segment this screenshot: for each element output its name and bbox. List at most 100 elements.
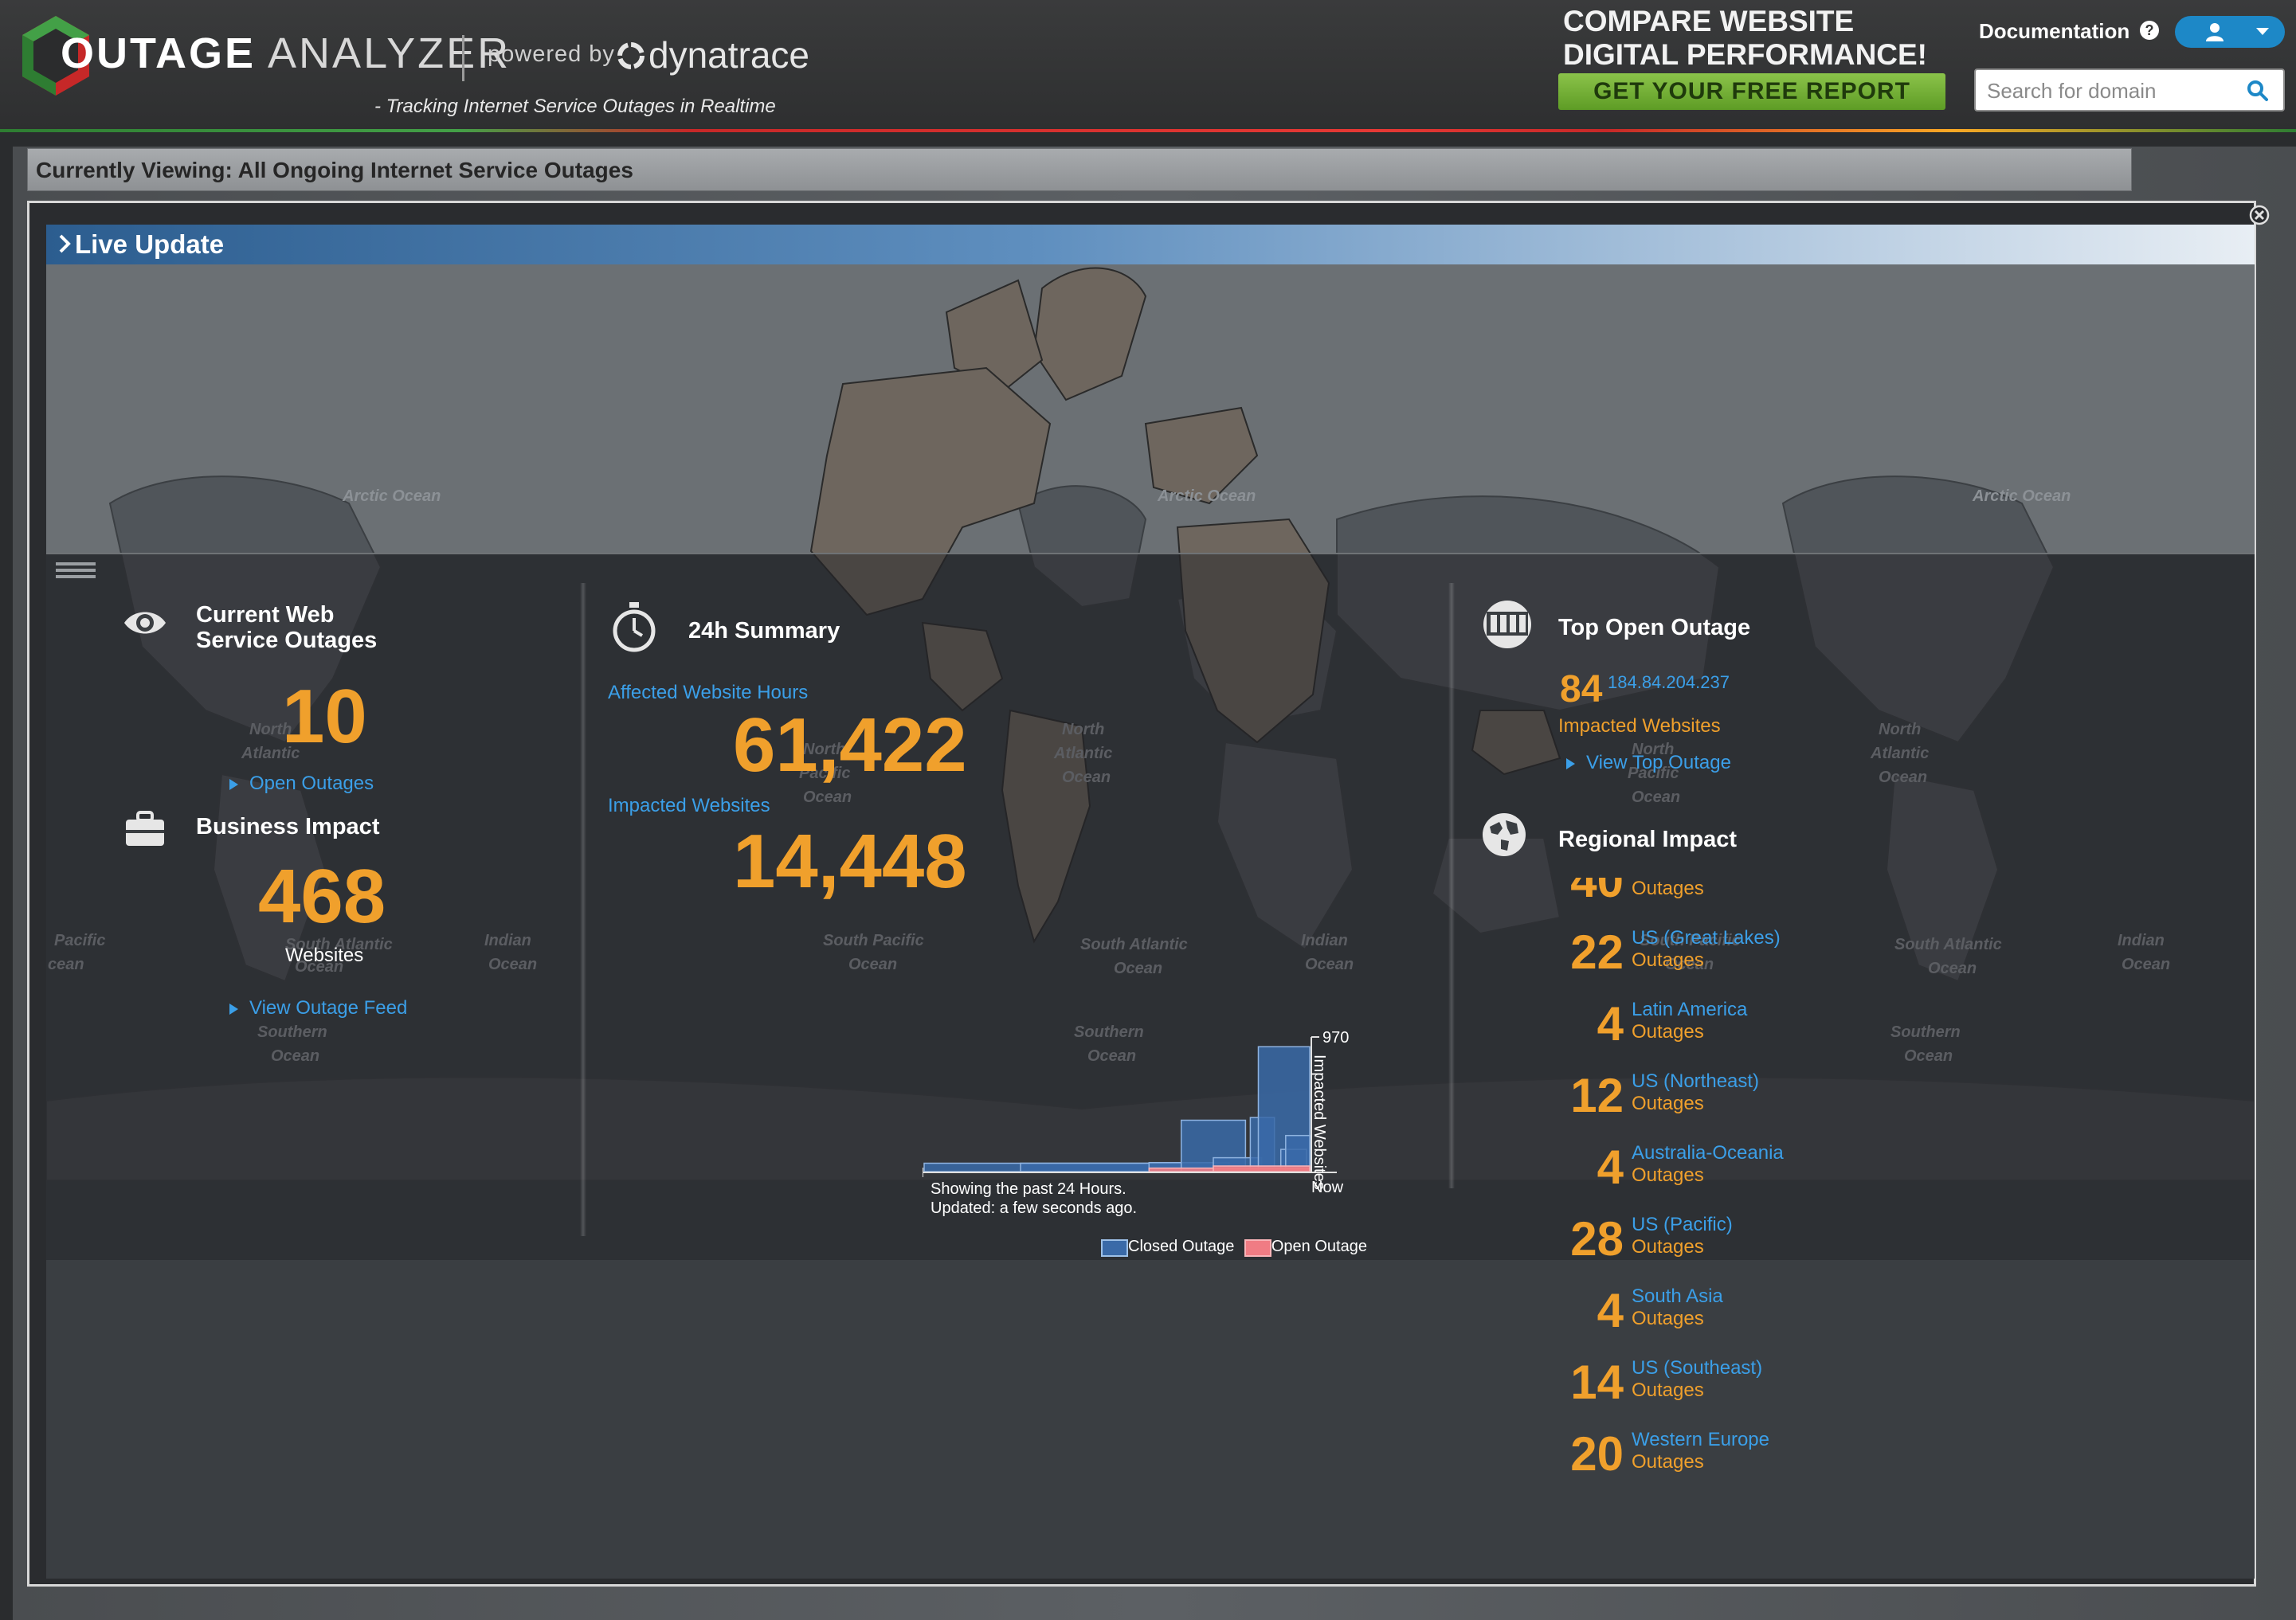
open-outages-link-label: Open Outages [249, 773, 374, 794]
close-icon[interactable] [2248, 204, 2271, 226]
free-report-button[interactable]: GET YOUR FREE REPORT [1558, 73, 1945, 110]
view-top-outage-link-label: View Top Outage [1586, 752, 1731, 773]
chart-caption-line1: Showing the past 24 Hours. [931, 1180, 1126, 1198]
header-color-stripe [0, 129, 2296, 132]
region-name-link[interactable]: Australia-Oceania [1632, 1142, 1784, 1164]
impacted-websites-label: Impacted Websites [608, 795, 770, 816]
chart-legend: Closed Outage Open Outage [1101, 1238, 1367, 1257]
logo-divider [462, 35, 464, 81]
impacted-websites-value: 14,448 [733, 819, 967, 904]
chart-x-end-label: Now [1311, 1179, 1344, 1196]
top-outage-title: Top Open Outage [1558, 615, 1751, 640]
live-update-title: Live Update [75, 229, 225, 259]
current-outages-title: Current Web Service Outages [196, 602, 377, 653]
region-row[interactable]: 14 US (Southeast) Outages [1560, 1357, 1958, 1429]
search-icon[interactable] [2247, 80, 2269, 102]
region-name-link[interactable]: US (Northeast) [1632, 1070, 1759, 1093]
live-update-header[interactable]: Live Update [46, 225, 2255, 264]
app-header: OUTAGE ANALYZER powered by dynatrace - T… [0, 0, 2296, 131]
promo-headline-2[interactable]: DIGITAL PERFORMANCE! [1563, 38, 1927, 72]
chevron-right-icon[interactable] [57, 233, 72, 254]
view-top-outage-link[interactable]: View Top Outage [1566, 752, 1731, 774]
current-outages-value: 10 [282, 674, 367, 759]
world-map[interactable]: Arctic Ocean Arctic Ocean Arctic Ocean N… [46, 264, 2255, 1579]
user-menu-button[interactable] [2175, 16, 2285, 48]
app-title[interactable]: OUTAGE ANALYZER [61, 29, 511, 78]
play-icon [229, 778, 238, 790]
region-count: 12 [1570, 1069, 1624, 1122]
region-name-link[interactable]: US (Southeast) [1632, 1357, 1762, 1379]
region-row[interactable]: 22 US (Great Lakes) Outages [1560, 927, 1958, 999]
drag-handle-icon[interactable] [56, 561, 96, 580]
legend-swatch-closed [1101, 1238, 1128, 1257]
dynatrace-brand[interactable]: dynatrace [648, 33, 809, 76]
top-outage-ip-link[interactable]: 184.84.204.237 [1608, 672, 1730, 693]
domain-search[interactable] [1974, 68, 2285, 112]
region-count: 28 [1570, 1212, 1624, 1266]
globe-icon [1483, 813, 1526, 856]
promo-headline-1[interactable]: COMPARE WEBSITE [1563, 5, 1854, 38]
view-outage-feed-link[interactable]: View Outage Feed [229, 997, 407, 1019]
question-circle-icon[interactable]: ? [2140, 21, 2159, 40]
map-label-arctic-1: Arctic Ocean [342, 487, 441, 505]
user-icon [2206, 23, 2224, 41]
region-outages-label: Outages [1632, 1021, 1704, 1043]
region-name-link[interactable]: Western Europe [1632, 1429, 1769, 1451]
region-row[interactable]: 4 Latin America Outages [1560, 999, 1958, 1070]
region-name-link[interactable]: US (Pacific) [1632, 1214, 1733, 1236]
region-name-link[interactable]: Latin America [1632, 999, 1747, 1021]
region-outages-label: Outages [1632, 1451, 1704, 1473]
region-row[interactable]: 4 South Asia Outages [1560, 1285, 1958, 1357]
region-row[interactable]: 12 US (Northeast) Outages [1560, 1070, 1958, 1142]
region-outages-label: Outages [1632, 949, 1704, 971]
open-outages-link[interactable]: Open Outages [229, 773, 374, 795]
current-outages-title-line2: Service Outages [196, 628, 378, 653]
region-outages-label: Outages [1632, 1379, 1704, 1401]
region-count: 4 [1597, 1284, 1624, 1337]
region-count: 22 [1570, 925, 1624, 979]
column-divider-2 [1448, 583, 1455, 1188]
business-impact-title: Business Impact [196, 814, 380, 839]
stopwatch-icon [613, 602, 656, 652]
play-icon [1566, 757, 1575, 769]
powered-by-label: powered by [488, 41, 615, 67]
region-outages-label: Outages [1632, 1236, 1704, 1258]
app-title-word1: OUTAGE [61, 29, 256, 77]
region-count: 40 [1570, 878, 1624, 907]
region-count: 4 [1597, 997, 1624, 1051]
chart-bar-open-1 [1213, 1165, 1311, 1172]
top-outage-value: 84 [1560, 668, 1603, 710]
documentation-link[interactable]: Documentation [1979, 19, 2129, 44]
breadcrumb: Currently Viewing: All Ongoing Internet … [27, 148, 2132, 191]
top-outage-label: Impacted Websites [1558, 715, 1721, 737]
briefcase-icon [126, 811, 164, 846]
region-count: 20 [1570, 1427, 1624, 1481]
region-count: 14 [1570, 1356, 1624, 1409]
chart-y-axis-label: Impacted Websites [1311, 1055, 1328, 1190]
chart-caption-line2: Updated: a few seconds ago. [931, 1199, 1137, 1217]
business-impact-value: 468 [258, 854, 386, 939]
map-label-arctic-2: Arctic Ocean [1157, 487, 1256, 505]
eye-icon [124, 612, 166, 634]
region-row[interactable]: 4 Australia-Oceania Outages [1560, 1142, 1958, 1214]
region-name-link[interactable]: US (Great Lakes) [1632, 927, 1781, 949]
domain-search-input[interactable] [1985, 76, 2243, 105]
chart-bars [923, 1046, 1311, 1172]
view-outage-feed-link-label: View Outage Feed [249, 997, 408, 1019]
column-divider-1 [580, 583, 586, 1236]
region-row[interactable]: 28 US (Pacific) Outages [1560, 1214, 1958, 1285]
region-row[interactable]: 20 Western Europe Outages [1560, 1429, 1958, 1501]
regional-list[interactable]: 40US (Central Mountain)Outages22 US (Grea… [1560, 878, 2038, 1579]
region-outages-label: Outages [1632, 1308, 1704, 1329]
breadcrumb-text: Currently Viewing: All Ongoing Internet … [36, 158, 633, 182]
current-outages-title-line1: Current Web [196, 602, 335, 628]
affected-hours-value: 61,422 [733, 702, 967, 788]
summary-24h-title: 24h Summary [688, 618, 840, 644]
legend-label-open: Open Outage [1271, 1238, 1367, 1255]
tagline: - Tracking Internet Service Outages in R… [374, 96, 776, 117]
region-name-link[interactable]: South Asia [1632, 1285, 1723, 1308]
business-impact-unit: Websites [285, 945, 364, 966]
outage-history-chart: 970 Impacted Websites Now Showing the pa… [923, 1029, 1349, 1217]
region-row[interactable]: 40US (Central Mountain)Outages [1560, 878, 1958, 927]
region-outages-label: Outages [1632, 878, 1704, 899]
